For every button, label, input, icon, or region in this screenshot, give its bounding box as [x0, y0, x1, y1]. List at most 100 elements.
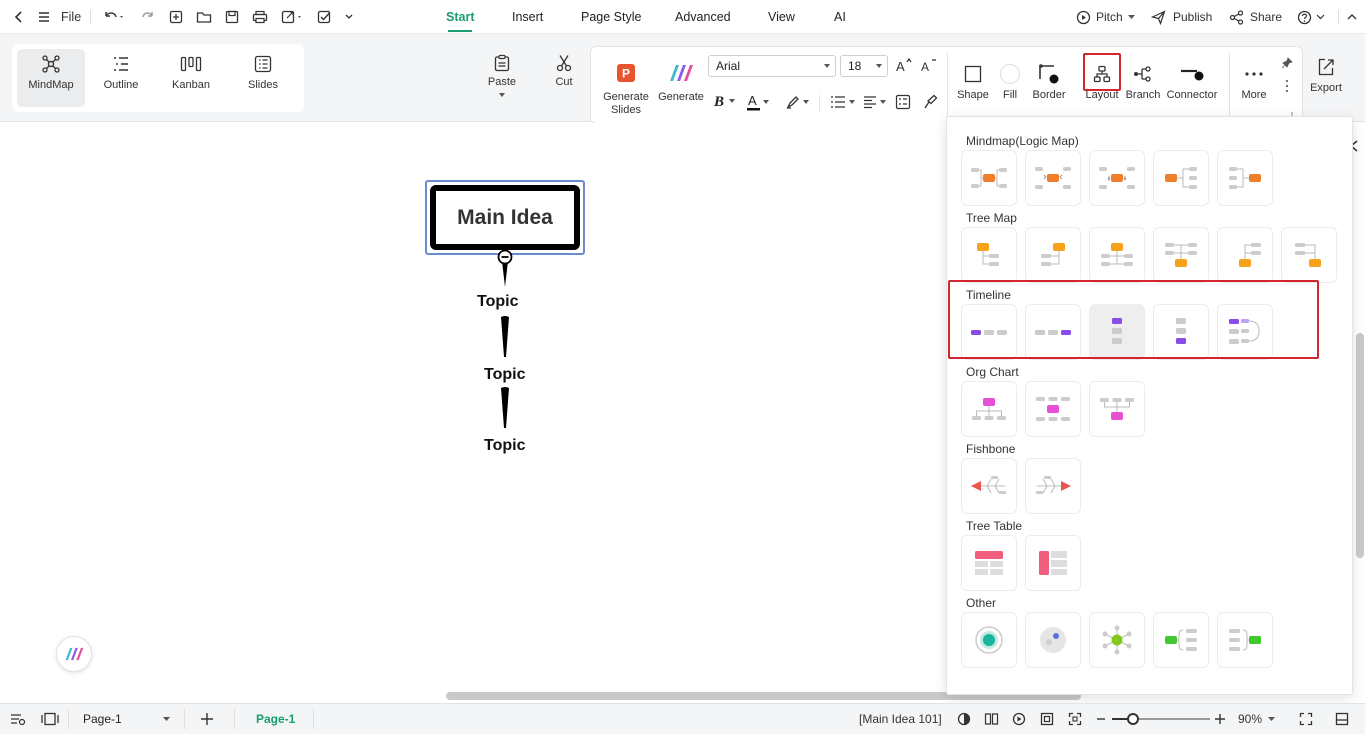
zoom-out-icon[interactable]: [1096, 712, 1106, 726]
shape-button[interactable]: Shape: [953, 59, 993, 102]
layout-option-tree-table[interactable]: [1025, 535, 1081, 591]
layout-option-tree-map[interactable]: [1089, 227, 1145, 283]
export-button[interactable]: Export: [1306, 52, 1346, 95]
checkbox-task-icon[interactable]: [317, 8, 333, 26]
book-icon[interactable]: [984, 712, 999, 726]
layout-option-other[interactable]: [961, 612, 1017, 668]
topic-node[interactable]: Topic: [477, 293, 518, 311]
view-kanban-button[interactable]: Kanban: [157, 49, 225, 107]
increase-font-icon[interactable]: A: [895, 57, 913, 73]
share-button[interactable]: Share: [1229, 8, 1282, 26]
main-idea-node[interactable]: Main Idea: [430, 185, 580, 250]
page-list-icon[interactable]: [10, 712, 26, 726]
layout-option-mindmap[interactable]: [1025, 150, 1081, 206]
zoom-slider-thumb[interactable]: [1127, 713, 1139, 725]
layout-option-tree-map[interactable]: [1281, 227, 1337, 283]
layout-option-org-chart[interactable]: [1025, 381, 1081, 437]
font-family-select[interactable]: Arial: [708, 55, 836, 77]
view-mindmap-button[interactable]: MindMap: [17, 49, 85, 107]
publish-button[interactable]: Publish: [1151, 8, 1212, 26]
caret-down-icon[interactable]: [1268, 717, 1275, 721]
align-button[interactable]: [863, 95, 886, 109]
file-menu[interactable]: File: [61, 8, 81, 26]
page-tab-active[interactable]: Page-1: [256, 712, 295, 726]
page-select[interactable]: Page-1: [76, 708, 176, 730]
ai-generate-button[interactable]: Generate: [655, 61, 707, 104]
decrease-font-icon[interactable]: A: [920, 57, 938, 73]
view-slides-button[interactable]: Slides: [229, 49, 297, 107]
layout-option-mindmap[interactable]: [1153, 150, 1209, 206]
pitch-button[interactable]: Pitch: [1076, 8, 1135, 26]
fill-button[interactable]: Fill: [993, 59, 1027, 102]
layout-option-mindmap[interactable]: [1217, 150, 1273, 206]
play-icon[interactable]: [1012, 712, 1026, 726]
tab-page-style[interactable]: Page Style: [581, 10, 641, 24]
layout-option-tree-map[interactable]: [1217, 227, 1273, 283]
layout-option-org-chart[interactable]: [1089, 381, 1145, 437]
divider: [1229, 53, 1230, 119]
fullscreen-icon[interactable]: [1299, 712, 1313, 726]
vertical-ellipsis-icon[interactable]: [1285, 79, 1289, 93]
layout-option-org-chart[interactable]: [961, 381, 1017, 437]
bold-button[interactable]: B: [713, 93, 735, 109]
back-icon[interactable]: [12, 8, 26, 26]
format-painter-icon[interactable]: [922, 94, 938, 110]
open-folder-icon[interactable]: [196, 8, 212, 26]
view-outline-button[interactable]: Outline: [87, 49, 155, 107]
ai-assistant-button[interactable]: [56, 636, 92, 672]
layout-option-tree-map[interactable]: [1153, 227, 1209, 283]
print-icon[interactable]: [252, 8, 268, 26]
layout-option-other[interactable]: [1153, 612, 1209, 668]
help-button[interactable]: [1297, 8, 1325, 26]
presentation-icon[interactable]: [41, 712, 59, 726]
tab-insert[interactable]: Insert: [512, 10, 543, 24]
connector-button[interactable]: Connector: [1163, 59, 1221, 102]
border-button[interactable]: Border: [1029, 59, 1069, 102]
collapse-toggle[interactable]: [497, 249, 513, 289]
fullscreen-fit-icon[interactable]: [1068, 712, 1082, 726]
layout-option-fishbone[interactable]: [961, 458, 1017, 514]
tab-start[interactable]: Start: [446, 10, 474, 32]
pin-icon[interactable]: [1281, 57, 1293, 69]
layout-option-mindmap[interactable]: [1089, 150, 1145, 206]
layout-option-tree-map[interactable]: [961, 227, 1017, 283]
theme-icon[interactable]: [957, 712, 971, 726]
font-size-select[interactable]: 18: [840, 55, 888, 77]
generate-slides-button[interactable]: P Generate Slides: [599, 61, 653, 117]
zoom-level[interactable]: 90%: [1238, 712, 1262, 726]
tab-ai[interactable]: AI: [834, 10, 846, 24]
numbering-button[interactable]: [830, 95, 855, 109]
font-color-button[interactable]: A: [747, 93, 769, 111]
undo-icon[interactable]: [103, 8, 125, 26]
tab-view[interactable]: View: [768, 10, 795, 24]
more-button[interactable]: More: [1234, 59, 1274, 102]
ai-logo-icon: [64, 646, 84, 662]
layout-option-fishbone[interactable]: [1025, 458, 1081, 514]
collapse-up-icon[interactable]: [1346, 8, 1358, 26]
topic-node[interactable]: Topic: [484, 366, 525, 384]
export-file-icon[interactable]: [281, 8, 305, 26]
chevron-down-icon[interactable]: [344, 8, 354, 26]
tab-advanced[interactable]: Advanced: [675, 10, 731, 24]
layout-option-other[interactable]: [1089, 612, 1145, 668]
redo-icon[interactable]: [141, 8, 155, 26]
topic-node[interactable]: Topic: [484, 437, 525, 455]
layout-option-other[interactable]: [1025, 612, 1081, 668]
checklist-icon[interactable]: [895, 94, 911, 110]
add-page-icon[interactable]: [200, 712, 214, 726]
zoom-in-icon[interactable]: [1214, 712, 1226, 726]
save-icon[interactable]: [225, 8, 239, 26]
layout-option-mindmap[interactable]: [961, 150, 1017, 206]
layout-option-tree-table[interactable]: [961, 535, 1017, 591]
layout-option-tree-map[interactable]: [1025, 227, 1081, 283]
branch-button[interactable]: Branch: [1123, 59, 1163, 102]
fit-page-icon[interactable]: [1040, 712, 1054, 726]
panel-toggle-icon[interactable]: [1335, 712, 1349, 726]
hamburger-icon[interactable]: [37, 8, 51, 26]
layout-option-other[interactable]: [1217, 612, 1273, 668]
vertical-scrollbar[interactable]: [1356, 333, 1364, 558]
paste-button[interactable]: Paste: [484, 50, 520, 97]
cut-button[interactable]: Cut: [548, 50, 580, 89]
new-file-icon[interactable]: [169, 8, 183, 26]
highlight-button[interactable]: [786, 95, 809, 109]
